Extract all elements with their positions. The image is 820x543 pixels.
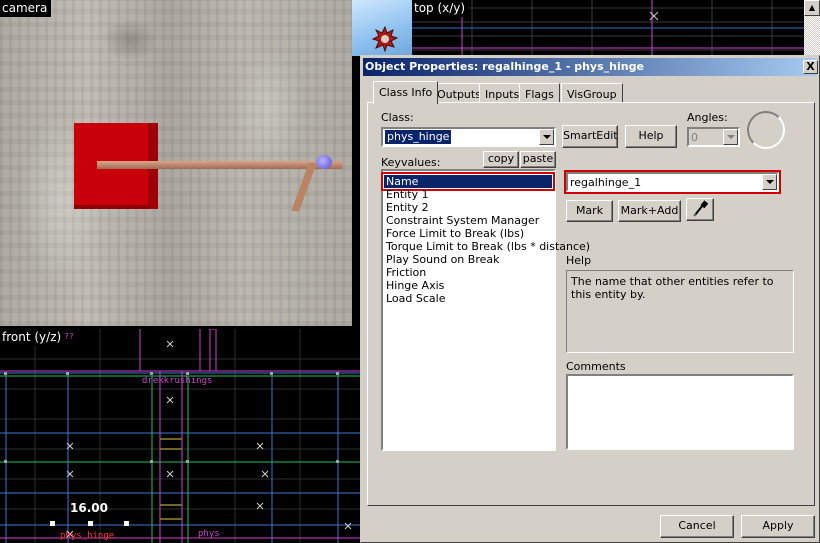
mark-button[interactable]: Mark bbox=[566, 200, 613, 222]
front-viewport-label[interactable]: front (y/z) bbox=[0, 329, 66, 346]
chevron-down-icon[interactable] bbox=[723, 129, 738, 145]
paste-button[interactable]: paste bbox=[520, 151, 556, 168]
wooden-plank-leg bbox=[291, 163, 317, 211]
help-text-box: The name that other entities refer to th… bbox=[566, 270, 794, 353]
chevron-down-icon[interactable] bbox=[539, 129, 554, 145]
apply-button[interactable]: Apply bbox=[741, 515, 815, 538]
close-button[interactable]: X bbox=[803, 60, 818, 74]
cancel-button[interactable]: Cancel bbox=[660, 515, 734, 538]
front-entity-label-1[interactable]: drekkrushings bbox=[142, 376, 212, 386]
keyvalue-item-load-scale[interactable]: Load Scale bbox=[386, 292, 445, 305]
dialog-title: Object Properties: regalhinge_1 - phys_h… bbox=[365, 60, 644, 73]
scrollbar-track[interactable] bbox=[804, 16, 820, 56]
comments-textarea[interactable] bbox=[566, 374, 794, 450]
front-entity-label-2[interactable]: phys_hinge bbox=[60, 531, 114, 541]
top-viewport-label[interactable]: top (x/y) bbox=[412, 0, 470, 17]
keyvalues-label: Keyvalues: bbox=[381, 156, 441, 169]
top-viewport[interactable]: top (x/y) bbox=[412, 0, 820, 56]
wooden-plank-model[interactable] bbox=[97, 161, 342, 169]
eyedropper-icon[interactable] bbox=[686, 198, 714, 221]
keyvalue-item-torque-limit[interactable]: Torque Limit to Break (lbs * distance) bbox=[386, 240, 590, 253]
scroll-up-button[interactable]: ▲ bbox=[804, 0, 820, 16]
keyvalue-item-name[interactable]: Name bbox=[386, 175, 418, 188]
entity-gear-icon bbox=[372, 26, 398, 52]
comments-label: Comments bbox=[566, 360, 626, 373]
front-viewport[interactable]: ?? drekkrushings 16.00 phys_hinge phys f… bbox=[0, 329, 360, 543]
keyvalue-item-entity-2[interactable]: Entity 2 bbox=[386, 201, 429, 214]
smartedit-button[interactable]: SmartEdit bbox=[562, 125, 618, 148]
front-viewport-grid bbox=[0, 329, 360, 543]
keyvalue-item-force-limit[interactable]: Force Limit to Break (lbs) bbox=[386, 227, 524, 240]
hinge-entity-sprite[interactable] bbox=[316, 155, 332, 169]
help-section-label: Help bbox=[566, 254, 592, 267]
keyvalue-value-dropdown[interactable]: regalhinge_1 bbox=[564, 170, 781, 194]
angles-value: 0 bbox=[691, 131, 698, 144]
keyvalue-item-play-sound[interactable]: Play Sound on Break bbox=[386, 253, 499, 266]
help-button[interactable]: Help bbox=[625, 125, 677, 148]
tab-flags[interactable]: Flags bbox=[519, 83, 560, 103]
mark-add-button[interactable]: Mark+Add bbox=[618, 200, 681, 222]
front-entity-label-3[interactable]: phys bbox=[198, 529, 220, 539]
front-measure-label: 16.00 bbox=[70, 501, 108, 515]
help-text: The name that other entities refer to th… bbox=[571, 275, 774, 301]
angles-dropdown[interactable]: 0 bbox=[687, 127, 740, 147]
class-dropdown[interactable]: phys_hinge bbox=[381, 127, 556, 147]
keyvalue-value-text: regalhinge_1 bbox=[570, 176, 642, 189]
front-small-mark: ?? bbox=[64, 332, 74, 341]
angles-wheel-control[interactable] bbox=[747, 111, 785, 149]
keyvalue-item-constraint-system[interactable]: Constraint System Manager bbox=[386, 214, 539, 227]
chevron-down-icon[interactable] bbox=[762, 174, 777, 190]
camera-viewport-label[interactable]: camera bbox=[0, 0, 52, 17]
keyvalue-item-entity-1[interactable]: Entity 1 bbox=[386, 188, 429, 201]
keyvalue-item-friction[interactable]: Friction bbox=[386, 266, 426, 279]
keyvalue-item-hinge-axis[interactable]: Hinge Axis bbox=[386, 279, 444, 292]
tab-visgroup[interactable]: VisGroup bbox=[561, 83, 623, 103]
dialog-titlebar[interactable]: Object Properties: regalhinge_1 - phys_h… bbox=[363, 58, 818, 76]
class-dropdown-value: phys_hinge bbox=[385, 130, 452, 144]
object-properties-dialog: Object Properties: regalhinge_1 - phys_h… bbox=[360, 55, 820, 543]
copy-button[interactable]: copy bbox=[483, 151, 519, 168]
angles-label: Angles: bbox=[687, 111, 728, 124]
top-viewport-grid bbox=[412, 0, 820, 56]
eyedropper-glyph bbox=[693, 200, 709, 217]
tab-class-info[interactable]: Class Info bbox=[373, 81, 439, 104]
class-label: Class: bbox=[381, 111, 414, 124]
keyvalues-list[interactable]: Name Entity 1 Entity 2 Constraint System… bbox=[381, 169, 590, 451]
camera-viewport[interactable]: camera bbox=[0, 0, 352, 326]
